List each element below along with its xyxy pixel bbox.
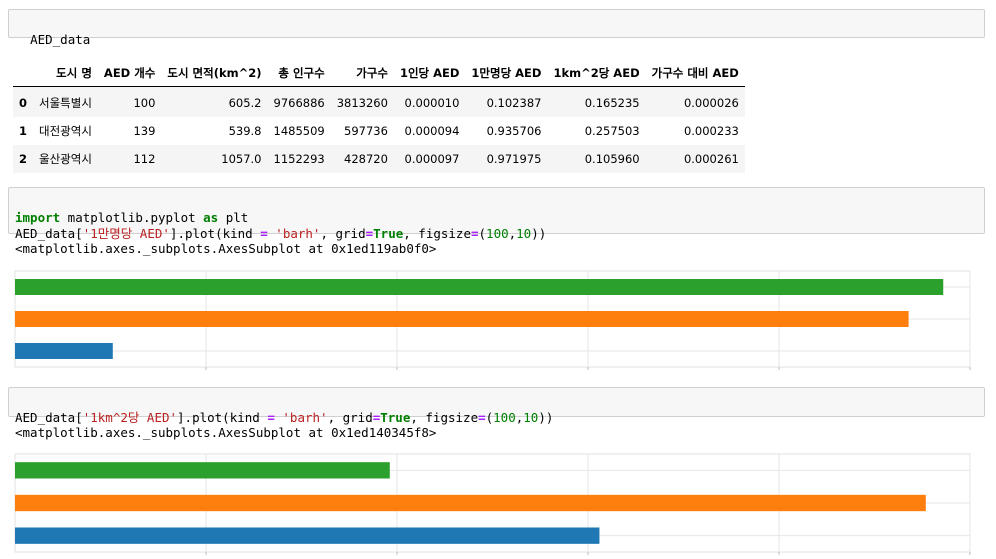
table-cell: 0.257503 <box>584 124 640 138</box>
table-cell: 0.971975 <box>465 145 548 173</box>
bar <box>15 279 944 295</box>
column-header: 가구수 <box>330 59 394 87</box>
table-cell: 서울특별시 <box>33 86 98 117</box>
column-header: 도시 면적(km^2) <box>161 59 268 87</box>
bar <box>15 343 113 359</box>
code-cell-3[interactable]: AED_data['1km^2당 AED'].plot(kind = 'barh… <box>8 387 985 425</box>
code-string: '1만명당 AED' <box>82 226 170 241</box>
table-cell: 139 <box>133 124 156 138</box>
table-cell: 1057.0 <box>161 145 268 173</box>
table-cell: 0.102387 <box>465 86 548 117</box>
code-line: AED_data['1km^2당 AED'].plot(kind = 'barh… <box>15 410 554 425</box>
table-cell: 대전광역시 <box>39 124 92 138</box>
table-header-row: 도시 명 AED 개수 도시 면적(km^2) 총 인구수 가구수 1인당 AE… <box>13 59 745 87</box>
table-row: 1 대전광역시 139 539.8 1485509 597736 0.00009… <box>13 117 745 145</box>
bar <box>15 494 926 512</box>
row-index: 0 <box>13 86 34 117</box>
code-line: AED_data['1만명당 AED'].plot(kind = 'barh',… <box>15 226 547 241</box>
row-index: 1 <box>19 124 28 138</box>
table-cell: 3813260 <box>330 86 394 117</box>
table-cell: 0.165235 <box>547 86 646 117</box>
code-keyword: import <box>15 210 61 225</box>
table-cell: 539.8 <box>228 124 262 138</box>
table-cell: 0.000097 <box>393 145 466 173</box>
table-cell: 0.000233 <box>683 124 739 138</box>
table-cell: 605.2 <box>161 86 268 117</box>
dataframe-table: 도시 명 AED 개수 도시 면적(km^2) 총 인구수 가구수 1인당 AE… <box>13 59 745 173</box>
bar <box>15 527 600 544</box>
cell-output-text: <matplotlib.axes._subplots.AxesSubplot a… <box>15 241 437 256</box>
table-row: 2 울산광역시 112 1057.0 1152293 428720 0.0000… <box>13 145 745 173</box>
code-keyword: as <box>203 210 219 225</box>
bar <box>15 462 390 479</box>
table-cell: 9766886 <box>267 86 331 117</box>
table-cell: 0.000010 <box>393 86 466 117</box>
code-line: AED_data <box>30 32 91 47</box>
code-cell-2[interactable]: import matplotlib.pyplot as plt AED_data… <box>8 187 985 241</box>
code-line: import matplotlib.pyplot as plt <box>15 210 249 225</box>
table-cell: 울산광역시 <box>33 145 98 173</box>
column-header: 가구수 대비 AED <box>645 59 745 87</box>
barh-chart-2 <box>14 453 971 555</box>
table-cell: 100 <box>97 86 162 117</box>
table-cell: 0.000026 <box>645 86 745 117</box>
table-cell: 428720 <box>330 145 394 173</box>
cell-output-text: <matplotlib.axes._subplots.AxesSubplot a… <box>15 425 437 440</box>
table-cell: 0.000094 <box>404 124 460 138</box>
code-string: 'barh' <box>282 410 328 425</box>
code-string: 'barh' <box>275 226 321 241</box>
table-cell: 112 <box>97 145 162 173</box>
column-header: 총 인구수 <box>267 59 331 87</box>
table-row: 0 서울특별시 100 605.2 9766886 3813260 0.0000… <box>13 86 745 117</box>
column-header: AED 개수 <box>97 59 162 87</box>
code-cell-1[interactable]: AED_data <box>8 9 985 47</box>
table-cell: 1485509 <box>273 124 325 138</box>
column-header: 1km^2당 AED <box>547 59 646 87</box>
table-cell: 0.105960 <box>547 145 646 173</box>
row-index: 2 <box>13 145 34 173</box>
bar <box>15 311 909 327</box>
table-cell: 0.935706 <box>486 124 542 138</box>
barh-chart-1 <box>14 270 971 370</box>
column-header: 1인당 AED <box>393 59 466 87</box>
table-cell: 0.000261 <box>645 145 745 173</box>
table-cell: 1152293 <box>267 145 331 173</box>
column-header <box>13 59 34 87</box>
code-string: '1km^2당 AED' <box>82 410 178 425</box>
column-header: 1만명당 AED <box>465 59 548 87</box>
table-cell: 597736 <box>344 124 388 138</box>
column-header: 도시 명 <box>33 59 98 87</box>
